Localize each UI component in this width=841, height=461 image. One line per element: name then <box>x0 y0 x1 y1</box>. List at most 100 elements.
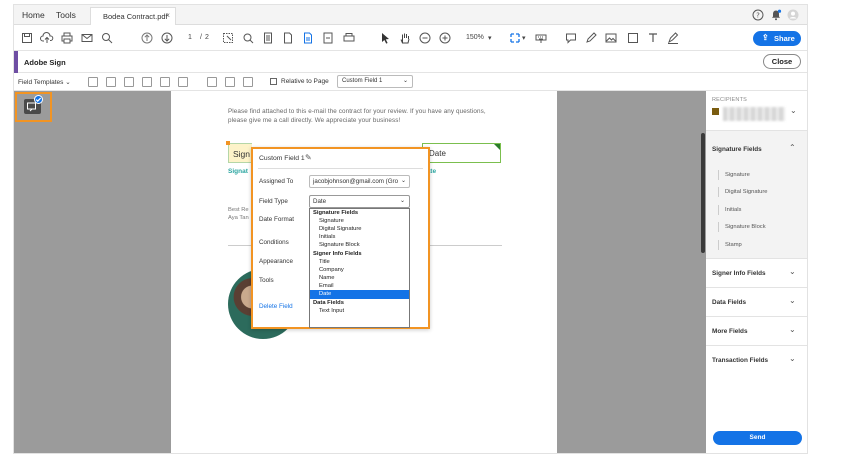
email-icon[interactable] <box>80 31 94 45</box>
zoom-search-icon[interactable] <box>241 31 255 45</box>
assigned-to-select[interactable]: jacobjohnson@gmail.com (Gro ⌄ <box>309 175 410 188</box>
align-center-icon[interactable] <box>106 77 116 87</box>
tools-label[interactable]: Tools <box>259 277 274 284</box>
transaction-fields-title[interactable]: Transaction Fields <box>712 357 768 364</box>
regards-block: Best Re Aya Tan <box>228 206 249 222</box>
signature-fields-title[interactable]: Signature Fields <box>712 146 762 153</box>
sign-bar-title: Adobe Sign <box>24 58 66 67</box>
save-icon[interactable] <box>20 31 34 45</box>
previous-page-icon[interactable] <box>140 31 154 45</box>
chevron-down-icon[interactable]: ⌄ <box>789 296 796 305</box>
dropdown-option-text-input[interactable]: Text Input <box>310 307 409 316</box>
single-page-icon[interactable] <box>261 31 275 45</box>
print-icon[interactable] <box>60 31 74 45</box>
chevron-down-icon[interactable]: ⌄ <box>789 325 796 334</box>
fit-page-icon[interactable] <box>321 31 335 45</box>
distribute-horizontal-icon[interactable] <box>207 77 217 87</box>
fit-width-icon[interactable] <box>508 31 522 45</box>
panel-divider <box>706 258 807 259</box>
recipient-email-blurred[interactable] <box>723 107 785 121</box>
field-templates-label: Field Templates <box>18 79 64 86</box>
share-button[interactable]: ⇪ Share <box>753 31 801 46</box>
assigned-to-value: jacobjohnson@gmail.com (Gro <box>313 178 399 185</box>
tab-tools[interactable]: Tools <box>56 10 76 20</box>
hand-tool-icon[interactable] <box>398 31 412 45</box>
rectangle-icon[interactable] <box>626 31 640 45</box>
signature-field[interactable]: Sign <box>226 141 252 163</box>
fit-dropdown-chevron-icon[interactable]: ▾ <box>522 34 526 42</box>
panel-divider <box>706 130 807 131</box>
canvas-gray-right <box>557 91 706 453</box>
vertical-scrollbar[interactable] <box>701 133 705 253</box>
distribute-vertical-icon[interactable] <box>225 77 235 87</box>
panel-item-digital-signature[interactable]: Digital Signature <box>718 187 768 197</box>
signer-info-fields-title[interactable]: Signer Info Fields <box>712 270 766 277</box>
field-tools-widget[interactable] <box>15 92 52 122</box>
dropdown-option-date-selected[interactable]: Date <box>310 290 409 299</box>
field-type-dropdown-list: Signature Fields Signature Digital Signa… <box>309 208 410 328</box>
date-field[interactable]: Date <box>422 143 501 163</box>
dropdown-option-signature-block[interactable]: Signature Block <box>310 241 409 250</box>
help-icon[interactable]: ? <box>752 9 764 21</box>
upload-cloud-icon[interactable] <box>40 31 54 45</box>
send-button[interactable]: Send <box>713 431 802 445</box>
panel-divider <box>706 345 807 346</box>
align-top-icon[interactable] <box>142 77 152 87</box>
date-format-label[interactable]: Date Format <box>259 216 294 223</box>
align-middle-icon[interactable] <box>160 77 170 87</box>
panel-item-signature[interactable]: Signature <box>718 170 750 180</box>
next-page-icon[interactable] <box>160 31 174 45</box>
align-right-icon[interactable] <box>124 77 134 87</box>
acrobat-window: Home Tools Bodea Contract.pdf × ? 1 / 2 … <box>13 4 808 454</box>
zoom-dropdown-chevron-icon[interactable]: ▾ <box>488 34 492 42</box>
regards-line-1: Best Re <box>228 207 249 213</box>
close-tab-icon[interactable]: × <box>165 11 170 20</box>
notification-bell-icon[interactable] <box>770 9 782 21</box>
delete-field-link[interactable]: Delete Field <box>259 303 293 310</box>
cursor-select-icon[interactable] <box>378 31 392 45</box>
print-production-icon[interactable] <box>342 31 356 45</box>
field-select-dropdown[interactable]: Custom Field 1 ⌄ <box>337 75 413 88</box>
tab-home[interactable]: Home <box>22 10 45 20</box>
data-fields-title[interactable]: Data Fields <box>712 299 746 306</box>
chevron-down-icon[interactable]: ⌄ <box>790 106 797 115</box>
zoom-out-icon[interactable] <box>418 31 432 45</box>
comment-icon[interactable] <box>564 31 578 45</box>
page-outline-icon[interactable] <box>281 31 295 45</box>
signature-fields-section: Signature Fields ⌃ Signature Digital Sig… <box>706 130 807 258</box>
panel-item-signature-block[interactable]: Signature Block <box>718 222 766 232</box>
align-bottom-icon[interactable] <box>178 77 188 87</box>
fill-sign-icon[interactable] <box>666 31 680 45</box>
regards-line-2: Aya Tan <box>228 215 249 221</box>
chevron-down-icon: ⌄ <box>65 79 71 86</box>
page-current[interactable]: 1 <box>188 34 192 41</box>
image-icon[interactable] <box>604 31 618 45</box>
chevron-down-icon[interactable]: ⌄ <box>789 267 796 276</box>
conditions-label[interactable]: Conditions <box>259 239 289 246</box>
more-fields-title[interactable]: More Fields <box>712 328 748 335</box>
match-size-icon[interactable] <box>243 77 253 87</box>
field-marker <box>226 141 230 145</box>
avatar-icon[interactable] <box>787 9 799 21</box>
panel-item-stamp[interactable]: Stamp <box>718 240 742 250</box>
pencil-edit-icon[interactable]: ✎ <box>305 153 312 162</box>
chevron-down-icon[interactable]: ⌄ <box>789 354 796 363</box>
zoom-level[interactable]: 150% <box>466 34 484 41</box>
zoom-in-icon[interactable] <box>438 31 452 45</box>
panel-item-initials[interactable]: Initials <box>718 205 741 215</box>
text-tool-icon[interactable] <box>646 31 660 45</box>
close-button[interactable]: Close <box>763 54 801 69</box>
pen-draw-icon[interactable] <box>584 31 598 45</box>
field-templates-dropdown[interactable]: Field Templates ⌄ <box>18 78 71 86</box>
chevron-up-icon[interactable]: ⌃ <box>789 143 796 152</box>
canvas-gray-left <box>14 91 171 453</box>
search-icon[interactable] <box>100 31 114 45</box>
appearance-label[interactable]: Appearance <box>259 258 293 265</box>
tab-document[interactable]: Bodea Contract.pdf × <box>90 7 176 25</box>
align-left-icon[interactable] <box>88 77 98 87</box>
relative-to-page-checkbox[interactable] <box>270 78 277 85</box>
field-type-select[interactable]: Date ⌄ <box>309 195 410 208</box>
keyboard-icon[interactable] <box>534 31 548 45</box>
scroll-page-icon[interactable] <box>301 31 315 45</box>
select-text-icon[interactable] <box>221 31 235 45</box>
